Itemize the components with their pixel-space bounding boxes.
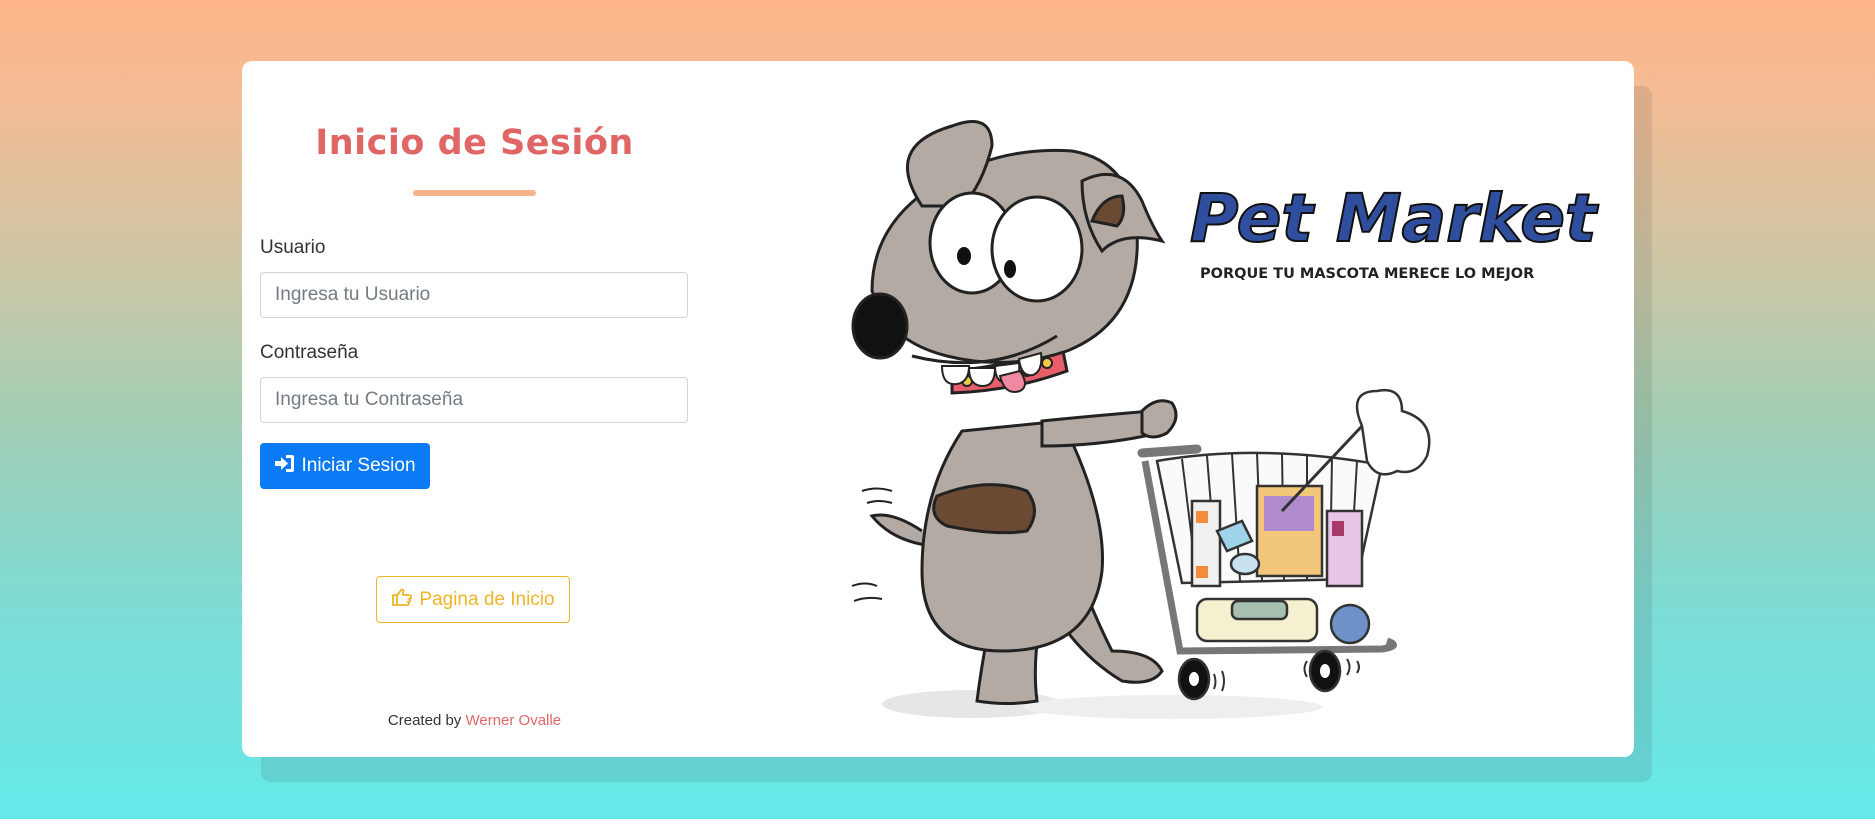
pet-market-logo: Pet Market PORQUE TU MASCOTA MERECE LO M…	[1189, 179, 1600, 282]
dog-mascot-icon	[851, 120, 1178, 705]
author-link[interactable]: Werner Ovalle	[465, 712, 561, 729]
pet-market-illustration: Pet Market PORQUE TU MASCOTA MERECE LO M…	[802, 71, 1622, 751]
brand-name: Pet Market	[1190, 180, 1599, 257]
home-page-button-label: Pagina de Inicio	[419, 588, 555, 610]
hand-pointing-icon	[391, 587, 413, 613]
home-page-button[interactable]: Pagina de Inicio	[376, 576, 570, 623]
login-button-label: Iniciar Sesion	[301, 455, 416, 476]
shopping-cart-icon	[1137, 388, 1431, 701]
credit-prefix: Created by	[387, 712, 462, 729]
title-underline	[413, 190, 536, 196]
sign-in-icon	[274, 454, 295, 479]
login-button[interactable]: Iniciar Sesion	[260, 443, 430, 489]
password-input[interactable]	[260, 377, 688, 423]
username-input[interactable]	[260, 272, 688, 318]
credit-line: Created by Werner Ovalle	[242, 712, 707, 729]
brand-tagline: PORQUE TU MASCOTA MERECE LO MEJOR	[1200, 266, 1534, 282]
login-card: Inicio de Sesión Usuario Contraseña Inic…	[242, 61, 1634, 757]
username-label: Usuario	[260, 237, 326, 258]
page-title: Inicio de Sesión	[315, 123, 634, 163]
password-label: Contraseña	[260, 342, 359, 363]
